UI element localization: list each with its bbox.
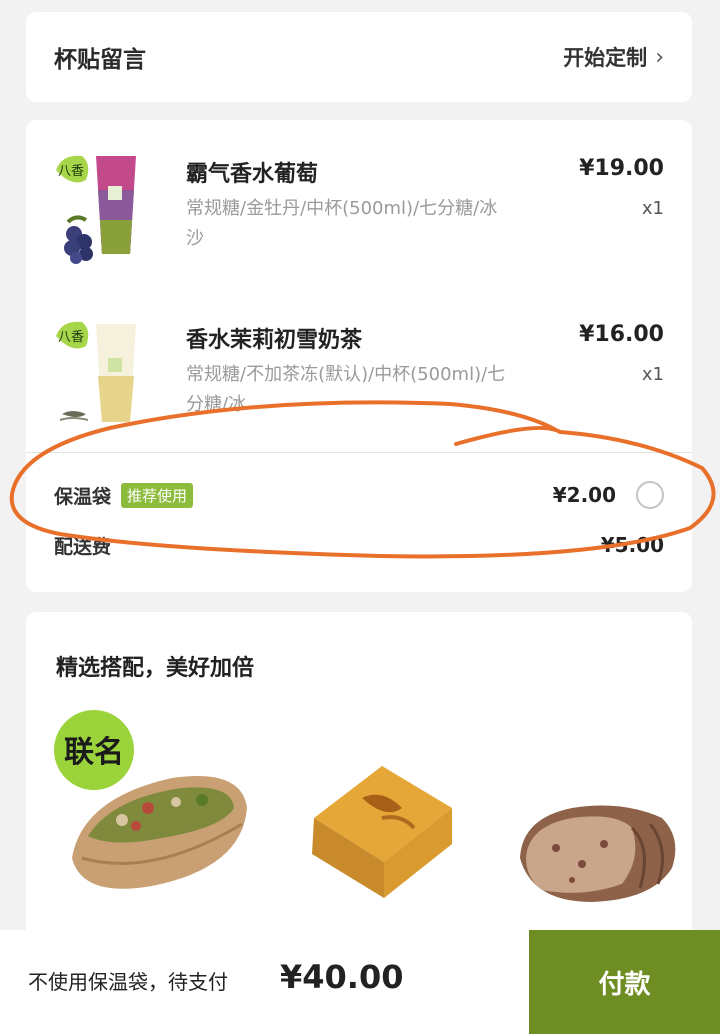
item-spec: 常规糖/金牡丹/中杯(500ml)/七分糖/冰 沙	[186, 198, 498, 249]
reco-item-bread[interactable]	[512, 788, 682, 908]
checkout-page: 杯贴留言 开始定制 › 八香 霸气香水葡萄 常规糖/金牡丹/中杯(500ml)/…	[0, 0, 720, 1034]
recommendation-card: 精选搭配，美好加倍 联名	[26, 612, 692, 942]
pay-summary-text: 不使用保温袋，待支付	[28, 970, 228, 994]
cup-note-card[interactable]: 杯贴留言 开始定制 ›	[26, 12, 692, 102]
start-customize-link[interactable]: 开始定制 ›	[563, 42, 664, 72]
delivery-fee-row: 配送费 ¥5.00	[54, 530, 664, 560]
divider	[26, 452, 692, 453]
delivery-fee-value: ¥5.00	[600, 533, 664, 557]
item-badge: 八香	[58, 330, 84, 345]
item-qty: x1	[641, 198, 664, 219]
order-item: 八香 香水茉莉初雪奶茶 常规糖/不加茶冻(默认)/中杯(500ml)/七 分糖/…	[26, 316, 692, 436]
checkout-bar: 不使用保温袋，待支付 ¥40.00 付款	[0, 930, 720, 1034]
item-badge: 八香	[58, 164, 84, 179]
item-name: 香水茉莉初雪奶茶	[186, 328, 363, 353]
start-customize-label: 开始定制	[563, 46, 648, 70]
co-brand-badge: 联名	[64, 735, 124, 770]
item-qty: x1	[641, 364, 664, 385]
recommendation-title: 精选搭配，美好加倍	[56, 656, 255, 681]
reco-item-sandwich[interactable]: 联名	[52, 708, 252, 908]
item-price: ¥16.00	[579, 322, 664, 347]
recommended-badge: 推荐使用	[121, 482, 194, 508]
pay-button[interactable]: 付款	[529, 930, 720, 1034]
cup-note-title: 杯贴留言	[54, 47, 146, 73]
item-spec: 常规糖/不加茶冻(默认)/中杯(500ml)/七 分糖/冰	[186, 364, 506, 415]
jasmine-milk-tea-image: 八香	[56, 321, 136, 422]
item-price: ¥19.00	[579, 156, 664, 181]
delivery-fee-label: 配送费	[54, 535, 112, 558]
insulated-bag-option[interactable]: 保温袋 推荐使用 ¥2.00	[54, 480, 664, 510]
insulated-bag-price: ¥2.00	[552, 483, 616, 507]
insulated-bag-radio[interactable]	[636, 481, 664, 509]
chevron-right-icon: ›	[655, 44, 664, 70]
grape-drink-image: 八香	[56, 155, 136, 264]
order-item: 八香 霸气香水葡萄 常规糖/金牡丹/中杯(500ml)/七分糖/冰 沙 ¥19.…	[26, 150, 692, 270]
order-card: 八香 霸气香水葡萄 常规糖/金牡丹/中杯(500ml)/七分糖/冰 沙 ¥19.…	[26, 120, 692, 592]
insulated-bag-label: 保温袋	[54, 485, 112, 508]
pay-amount: ¥40.00	[280, 958, 404, 996]
reco-item-toast[interactable]	[302, 758, 462, 908]
item-name: 霸气香水葡萄	[186, 162, 319, 187]
